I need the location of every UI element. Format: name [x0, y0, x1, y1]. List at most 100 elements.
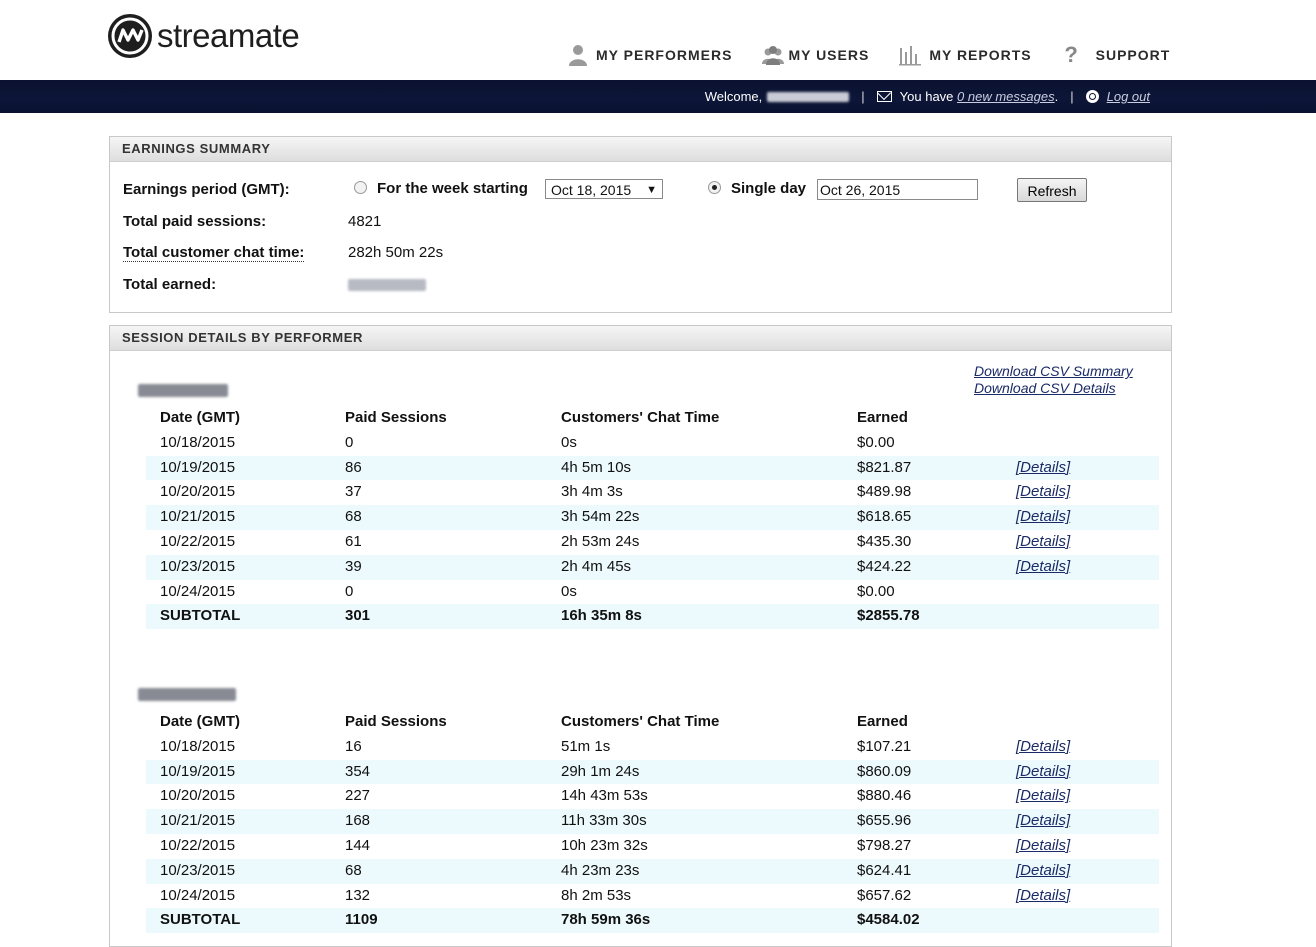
- new-messages-link[interactable]: 0 new messages: [957, 89, 1055, 104]
- date-cell: 10/19/2015: [160, 458, 236, 476]
- single-day-radio[interactable]: [708, 181, 721, 194]
- details-cell: [Details]: [1016, 505, 1070, 530]
- paid-sessions-cell: 68: [345, 508, 362, 526]
- paid-sessions-cell: 0: [345, 433, 354, 451]
- period-text: .: [1054, 89, 1059, 104]
- nav-support[interactable]: ? SUPPORT: [1062, 44, 1171, 66]
- paid-sessions-cell: 61: [345, 532, 362, 550]
- single-day-label: Single day: [731, 180, 807, 197]
- total-chat-label: Total customer chat time:: [123, 244, 305, 262]
- week-radio[interactable]: [354, 181, 367, 194]
- details-link[interactable]: [Details]: [1016, 862, 1070, 879]
- paid-sessions-cell: 37: [345, 483, 362, 501]
- paid-sessions-cell: 0: [345, 582, 354, 600]
- week-select-value: Oct 18, 2015: [551, 182, 632, 198]
- chat-time-cell: 10h 23m 32s: [561, 836, 648, 854]
- paid-sessions-cell: 39: [345, 557, 362, 575]
- paid-sessions-cell: 168: [345, 812, 371, 830]
- subtotal-cell: 301: [345, 607, 371, 625]
- download-csv-summary-link[interactable]: Download CSV Summary: [974, 363, 1133, 379]
- earned-cell: $624.41: [857, 861, 912, 879]
- details-cell: [Details]: [1016, 884, 1070, 909]
- details-cell: [Details]: [1016, 530, 1070, 555]
- details-link[interactable]: [Details]: [1016, 483, 1070, 500]
- users-icon: [762, 44, 785, 66]
- week-option[interactable]: For the week starting: [354, 180, 528, 197]
- details-link[interactable]: [Details]: [1016, 738, 1070, 755]
- table-row: 10/24/2015 0 0s $0.00: [146, 580, 1159, 605]
- nav-label: MY REPORTS: [929, 47, 1032, 63]
- redacted-performer-name: [138, 688, 236, 701]
- table-row: 10/21/2015 168 11h 33m 30s $655.96 [Details]: [146, 809, 1159, 834]
- earned-cell: $489.98: [857, 483, 912, 501]
- details-link[interactable]: [Details]: [1016, 459, 1070, 476]
- subtotal-cell: SUBTOTAL: [160, 911, 241, 929]
- table-row: 10/21/2015 68 3h 54m 22s $618.65 [Details]: [146, 505, 1159, 530]
- table-row: 10/18/2015 16 51m 1s $107.21 [Details]: [146, 735, 1159, 760]
- earned-cell: $424.22: [857, 557, 912, 575]
- paid-sessions-cell: 227: [345, 787, 371, 805]
- details-link[interactable]: [Details]: [1016, 558, 1070, 575]
- subtotal-cell: $2855.78: [857, 607, 920, 625]
- nav-label: SUPPORT: [1095, 47, 1171, 63]
- download-csv-details-link[interactable]: Download CSV Details: [974, 380, 1116, 396]
- chat-time-cell: 2h 53m 24s: [561, 532, 640, 550]
- divider: |: [861, 89, 865, 104]
- table-row: 10/19/2015 354 29h 1m 24s $860.09 [Details]: [146, 759, 1159, 785]
- table-row: 10/23/2015 68 4h 23m 23s $624.41 [Details]: [146, 858, 1159, 884]
- details-link[interactable]: [Details]: [1016, 812, 1070, 829]
- earned-cell: $880.46: [857, 787, 912, 805]
- chat-time-cell: 2h 4m 45s: [561, 557, 632, 575]
- brand-name: streamate: [157, 17, 300, 54]
- details-cell: [Details]: [1016, 735, 1070, 760]
- column-header: Customers' Chat Time: [561, 713, 720, 730]
- table-row: 10/22/2015 144 10h 23m 32s $798.27 [Details]: [146, 834, 1159, 859]
- date-cell: 10/24/2015: [160, 582, 236, 600]
- session-details-title: SESSION DETAILS BY PERFORMER: [110, 326, 1171, 351]
- chat-time-cell: 0s: [561, 433, 577, 451]
- streamate-logo-icon: [108, 14, 152, 58]
- earned-cell: $0.00: [857, 433, 895, 451]
- details-link[interactable]: [Details]: [1016, 787, 1070, 804]
- chat-time-cell: 8h 2m 53s: [561, 886, 632, 904]
- column-header: Paid Sessions: [345, 713, 447, 730]
- streamate-logo[interactable]: streamate: [108, 14, 300, 58]
- earnings-summary-title: EARNINGS SUMMARY: [110, 137, 1171, 162]
- total-sessions-value: 4821: [348, 213, 382, 230]
- redacted-performer-name: [138, 384, 228, 397]
- paid-sessions-cell: 132: [345, 886, 371, 904]
- date-cell: 10/21/2015: [160, 508, 236, 526]
- date-cell: 10/23/2015: [160, 861, 236, 879]
- details-link[interactable]: [Details]: [1016, 887, 1070, 904]
- date-cell: 10/20/2015: [160, 483, 236, 501]
- subtotal-row: SUBTOTAL 1109 78h 59m 36s $4584.02: [146, 908, 1159, 934]
- earned-cell: $107.21: [857, 737, 912, 755]
- single-day-option[interactable]: Single day: [708, 180, 806, 197]
- table-header-row: Date (GMT) Paid Sessions Customers' Chat T…: [146, 710, 1159, 735]
- details-link[interactable]: [Details]: [1016, 763, 1070, 780]
- paid-sessions-cell: 16: [345, 737, 362, 755]
- you-have-text: You have: [899, 89, 954, 104]
- column-header: Date (GMT): [160, 409, 240, 426]
- nav-my-performers[interactable]: MY PERFORMERS: [568, 44, 732, 66]
- single-day-input[interactable]: Oct 26, 2015: [817, 179, 978, 200]
- total-earned-label: Total earned:: [123, 276, 217, 293]
- date-cell: 10/21/2015: [160, 812, 236, 830]
- column-header: Date (GMT): [160, 713, 240, 730]
- details-link[interactable]: [Details]: [1016, 837, 1070, 854]
- details-link[interactable]: [Details]: [1016, 508, 1070, 525]
- column-header: Customers' Chat Time: [561, 409, 720, 426]
- week-select[interactable]: Oct 18, 2015 ▼: [545, 179, 663, 199]
- logout-link[interactable]: Log out: [1107, 89, 1150, 104]
- table-row: 10/24/2015 132 8h 2m 53s $657.62 [Details]: [146, 884, 1159, 909]
- chat-time-cell: 11h 33m 30s: [561, 812, 647, 830]
- performer-table: Date (GMT) Paid Sessions Customers' Chat T…: [146, 406, 1159, 630]
- details-link[interactable]: [Details]: [1016, 533, 1070, 550]
- nav-my-users[interactable]: MY USERS: [762, 44, 869, 66]
- nav-my-reports[interactable]: MY REPORTS: [899, 44, 1031, 66]
- earnings-summary-panel: EARNINGS SUMMARY Earnings period (GMT): …: [109, 136, 1172, 313]
- subtotal-cell: $4584.02: [857, 911, 920, 929]
- chat-time-cell: 51m 1s: [561, 737, 611, 755]
- refresh-button[interactable]: Refresh: [1017, 178, 1087, 202]
- paid-sessions-cell: 86: [345, 458, 362, 476]
